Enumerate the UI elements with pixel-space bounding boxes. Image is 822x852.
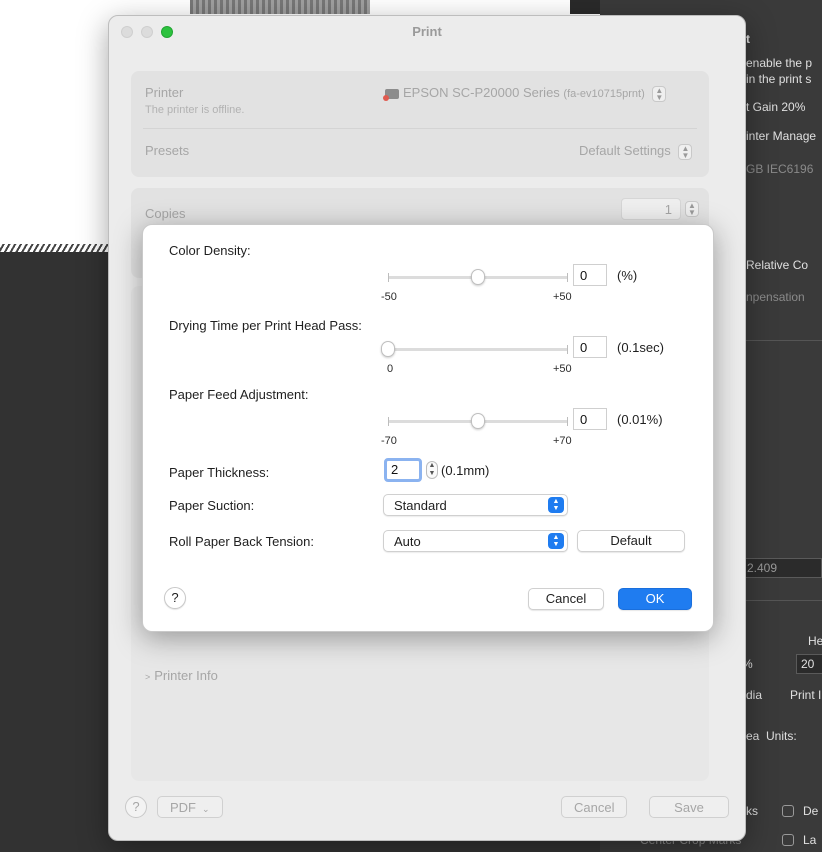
paper-thickness-unit: (0.1mm) bbox=[441, 463, 490, 478]
paper-feed-unit: (0.01%) bbox=[617, 412, 663, 427]
printer-section: Printer The printer is offline. EPSON SC… bbox=[131, 71, 709, 177]
panel-line: Print I bbox=[790, 688, 822, 702]
printer-popup[interactable]: EPSON SC-P20000 Series (fa-ev10715prnt) … bbox=[383, 85, 667, 102]
color-density-label: Color Density: bbox=[169, 243, 251, 258]
help-button[interactable]: ? bbox=[125, 796, 147, 818]
canvas-ruler bbox=[0, 244, 110, 252]
default-button[interactable]: Default bbox=[577, 530, 685, 552]
copies-stepper[interactable]: ▲ ▼ bbox=[685, 201, 699, 217]
panel-line: npensation bbox=[746, 290, 805, 304]
window-title: Print bbox=[412, 24, 442, 39]
panel-line: enable the p bbox=[746, 56, 813, 70]
panel-line: Relative Co bbox=[746, 258, 809, 272]
chevron-updown-icon: ▲ ▼ bbox=[652, 85, 667, 102]
presets-popup[interactable]: Default Settings ▲ ▼ bbox=[579, 143, 693, 160]
color-density-unit: (%) bbox=[617, 268, 638, 283]
printer-label: Printer bbox=[145, 85, 184, 100]
presets-value: Default Settings bbox=[579, 143, 671, 158]
cancel-button[interactable]: Cancel bbox=[561, 796, 628, 818]
panel-line: Units: bbox=[766, 729, 797, 743]
paper-feed-slider[interactable] bbox=[388, 413, 568, 429]
divider bbox=[740, 600, 822, 601]
panel-line: De bbox=[803, 804, 819, 818]
slider-tick bbox=[567, 345, 568, 354]
slider-min-label: -70 bbox=[381, 435, 397, 447]
panel-line: GB IEC6196 bbox=[746, 162, 814, 176]
panel-line: La bbox=[803, 833, 817, 847]
printer-name: EPSON SC-P20000 Series bbox=[403, 85, 560, 100]
drying-time-label: Drying Time per Print Head Pass: bbox=[169, 318, 362, 333]
chevron-updown-icon: ▲ ▼ bbox=[678, 143, 693, 160]
pdf-menu-button[interactable]: PDF ⌄ bbox=[157, 796, 223, 818]
slider-thumb[interactable] bbox=[381, 341, 395, 357]
slider-track bbox=[388, 348, 568, 351]
paper-feed-label: Paper Feed Adjustment: bbox=[169, 387, 309, 402]
slider-thumb[interactable] bbox=[471, 413, 485, 429]
save-button[interactable]: Save bbox=[649, 796, 729, 818]
panel-line: dia bbox=[746, 688, 763, 702]
color-density-slider[interactable] bbox=[388, 269, 568, 285]
panel-field[interactable]: 20 bbox=[796, 654, 822, 674]
chevron-right-icon: > bbox=[145, 672, 151, 682]
panel-line: ea bbox=[746, 729, 760, 743]
slider-tick bbox=[388, 273, 389, 282]
panel-line: inter Manage bbox=[746, 129, 817, 143]
slider-tick bbox=[567, 273, 568, 282]
slider-tick bbox=[567, 417, 568, 426]
color-density-field[interactable]: 0 bbox=[573, 264, 607, 286]
roll-tension-label: Roll Paper Back Tension: bbox=[169, 534, 315, 549]
drying-time-unit: (0.1sec) bbox=[617, 340, 664, 355]
panel-line: t bbox=[746, 32, 750, 46]
paper-thickness-stepper[interactable]: ▲ ▼ bbox=[426, 461, 438, 479]
slider-thumb[interactable] bbox=[471, 269, 485, 285]
slider-max-label: +50 bbox=[553, 291, 572, 303]
advanced-settings-sheet: Color Density: -50 +50 0 (%) Drying Time… bbox=[142, 224, 714, 632]
printer-status: The printer is offline. bbox=[145, 104, 245, 116]
chevron-updown-icon: ▲ ▼ bbox=[548, 497, 564, 513]
roll-tension-popup[interactable]: Auto ▲ ▼ bbox=[383, 530, 568, 552]
paper-thickness-field[interactable]: 2 bbox=[384, 458, 422, 482]
checkbox[interactable] bbox=[782, 834, 794, 846]
title-bar: Print bbox=[109, 16, 745, 48]
printer-icon bbox=[383, 88, 399, 101]
divider bbox=[740, 340, 822, 341]
divider bbox=[143, 128, 697, 129]
window-footer: ? PDF ⌄ Cancel Save bbox=[109, 780, 745, 840]
drying-time-slider[interactable] bbox=[381, 341, 568, 357]
copies-label: Copies bbox=[145, 206, 186, 221]
panel-line: He bbox=[808, 634, 822, 648]
pdf-label: PDF bbox=[170, 800, 196, 815]
image-thumbnail bbox=[190, 0, 370, 14]
slider-max-label: +50 bbox=[553, 363, 572, 375]
panel-field[interactable]: 2.409 bbox=[742, 558, 822, 578]
paper-thickness-label: Paper Thickness: bbox=[169, 465, 270, 480]
paper-feed-field[interactable]: 0 bbox=[573, 408, 607, 430]
presets-label: Presets bbox=[145, 143, 190, 158]
drying-time-field[interactable]: 0 bbox=[573, 336, 607, 358]
ok-button[interactable]: OK bbox=[618, 588, 692, 610]
copies-field[interactable]: 1 bbox=[621, 198, 681, 220]
paper-suction-value: Standard bbox=[394, 498, 447, 513]
panel-line: in the print s bbox=[746, 72, 812, 86]
paper-suction-label: Paper Suction: bbox=[169, 498, 255, 513]
checkbox[interactable] bbox=[782, 805, 794, 817]
slider-max-label: +70 bbox=[553, 435, 572, 447]
help-button[interactable]: ? bbox=[164, 587, 186, 609]
slider-tick bbox=[388, 417, 389, 426]
paper-suction-popup[interactable]: Standard ▲ ▼ bbox=[383, 494, 568, 516]
chevron-updown-icon: ▲ ▼ bbox=[548, 533, 564, 549]
printer-id: (fa-ev10715prnt) bbox=[563, 88, 645, 100]
cancel-button[interactable]: Cancel bbox=[528, 588, 604, 610]
printer-info-disclosure[interactable]: > Printer Info bbox=[145, 668, 218, 683]
chevron-down-icon: ⌄ bbox=[202, 804, 210, 814]
roll-tension-value: Auto bbox=[394, 534, 421, 549]
printer-info-label: Printer Info bbox=[154, 668, 218, 683]
panel-line: t Gain 20% bbox=[746, 100, 806, 114]
slider-min-label: -50 bbox=[381, 291, 397, 303]
panel-line: ks bbox=[746, 804, 758, 818]
slider-min-label: 0 bbox=[387, 363, 394, 375]
